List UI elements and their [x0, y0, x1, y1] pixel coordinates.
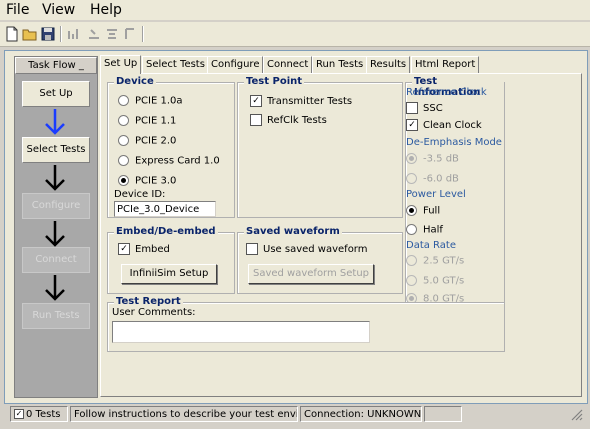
- radio-button-selected: [406, 153, 417, 164]
- menu-view[interactable]: View: [42, 2, 75, 18]
- refclk-tests-checkbox[interactable]: RefClk Tests: [250, 114, 327, 126]
- test-information-group: Test Information Reference Clock SSC ✓ Cl…: [405, 76, 505, 305]
- embed-group-title: Embed/De-embed: [114, 226, 218, 237]
- tab-select-tests[interactable]: Select Tests: [142, 56, 209, 73]
- radio-button[interactable]: [406, 224, 417, 235]
- device-option-express-card[interactable]: Express Card 1.0: [118, 155, 220, 167]
- test-point-group: Test Point ✓ Transmitter Tests RefClk Tes…: [237, 76, 403, 218]
- data-rate-label: Data Rate: [406, 240, 456, 251]
- task-setup-button[interactable]: Set Up: [22, 81, 90, 107]
- saved-waveform-setup-button: Saved waveform Setup: [248, 264, 374, 284]
- user-comments-field[interactable]: [112, 321, 370, 343]
- task-select-tests-button[interactable]: Select Tests: [22, 137, 90, 163]
- tab-results[interactable]: Results: [366, 56, 411, 73]
- use-saved-waveform-checkbox[interactable]: Use saved waveform: [246, 243, 368, 255]
- device-group-title: Device: [114, 76, 156, 87]
- task-connect-button[interactable]: Connect: [22, 247, 90, 273]
- flow-arrow-icon: [45, 165, 65, 191]
- deemph-6-0db-radio: -6.0 dB: [406, 173, 459, 185]
- radio-button[interactable]: [118, 95, 129, 106]
- rate-2-5-radio: 2.5 GT/s: [406, 255, 464, 267]
- checkbox[interactable]: [250, 114, 262, 126]
- checkbox-checked[interactable]: ✓: [118, 243, 130, 255]
- device-option-pcie10a[interactable]: PCIE 1.0a: [118, 95, 183, 107]
- step-icon: [107, 29, 117, 39]
- toolbar: [0, 22, 590, 47]
- checkbox[interactable]: [246, 243, 258, 255]
- stop-icon: [125, 28, 134, 39]
- tab-html-report[interactable]: Html Report: [411, 56, 480, 73]
- transmitter-tests-checkbox[interactable]: ✓ Transmitter Tests: [250, 95, 352, 107]
- de-emphasis-label: De-Emphasis Mode: [406, 137, 502, 148]
- power-full-radio[interactable]: Full: [406, 205, 440, 217]
- radio-button: [406, 255, 417, 266]
- connection-status: Connection: UNKNOWN: [300, 406, 422, 422]
- checkbox-checked[interactable]: ✓: [250, 95, 262, 107]
- checkbox-checked[interactable]: ✓: [406, 119, 418, 131]
- device-option-pcie11[interactable]: PCIE 1.1: [118, 115, 176, 127]
- tab-configure[interactable]: Configure: [207, 56, 264, 73]
- radio-button-selected[interactable]: [118, 175, 129, 186]
- radio-button: [406, 275, 417, 286]
- flow-arrow-icon: [45, 275, 65, 301]
- flow-arrow-active-icon: [45, 109, 65, 135]
- task-run-tests-button[interactable]: Run Tests: [22, 303, 90, 329]
- status-bar: ✓ 0 Tests Follow instructions to describe…: [10, 406, 586, 424]
- saved-waveform-group: Saved waveform Use saved waveform Saved …: [237, 226, 403, 294]
- test-report-group: Test Report User Comments:: [107, 296, 505, 352]
- menu-file[interactable]: File: [6, 2, 29, 18]
- menu-bar: File View Help: [0, 0, 590, 20]
- tests-count-cell: ✓ 0 Tests: [10, 406, 68, 422]
- device-id-label: Device ID:: [114, 189, 166, 200]
- user-comments-label: User Comments:: [112, 307, 196, 318]
- test-report-group-title: Test Report: [114, 296, 183, 307]
- clean-clock-checkbox[interactable]: ✓ Clean Clock: [406, 119, 482, 131]
- menu-help[interactable]: Help: [90, 2, 122, 18]
- task-configure-button[interactable]: Configure: [22, 193, 90, 219]
- radio-button[interactable]: [118, 135, 129, 146]
- tab-run-tests[interactable]: Run Tests: [312, 56, 368, 73]
- device-group: Device PCIE 1.0a PCIE 1.1 PCIE 2.0 Expre…: [107, 76, 235, 218]
- radio-button: [406, 173, 417, 184]
- save-icon[interactable]: [40, 26, 56, 42]
- device-id-field[interactable]: PCIe_3.0_Device: [114, 201, 216, 217]
- flow-arrow-icon: [45, 221, 65, 247]
- status-message: Follow instructions to describe your tes…: [70, 406, 298, 422]
- open-folder-icon[interactable]: [22, 26, 38, 42]
- tab-set-up[interactable]: Set Up: [100, 55, 142, 74]
- device-option-pcie20[interactable]: PCIE 2.0: [118, 135, 176, 147]
- embed-checkbox[interactable]: ✓ Embed: [118, 243, 170, 255]
- deemph-3-5db-radio: -3.5 dB: [406, 153, 459, 165]
- radio-button[interactable]: [118, 115, 129, 126]
- embed-group: Embed/De-embed ✓ Embed InfiniiSim Setup: [107, 226, 235, 294]
- infiniisim-setup-button[interactable]: InfiniiSim Setup: [121, 264, 217, 284]
- reference-clock-label: Reference Clock: [406, 87, 487, 98]
- resize-grip-icon[interactable]: [570, 408, 584, 422]
- saved-waveform-group-title: Saved waveform: [244, 226, 342, 237]
- chart-icon: [68, 29, 78, 39]
- run-icon: [89, 29, 99, 39]
- tab-connect[interactable]: Connect: [263, 56, 313, 73]
- task-flow-header: Task Flow _: [15, 57, 97, 74]
- status-empty-cell: [424, 406, 462, 422]
- task-flow-panel: Task Flow _ Set Up Select Tests Configur…: [14, 56, 98, 398]
- radio-button-selected[interactable]: [406, 205, 417, 216]
- power-half-radio[interactable]: Half: [406, 224, 443, 236]
- checkbox[interactable]: [406, 102, 418, 114]
- checkbox-checked: ✓: [14, 409, 24, 419]
- power-level-label: Power Level: [406, 189, 466, 200]
- test-point-group-title: Test Point: [244, 76, 305, 87]
- radio-button[interactable]: [118, 155, 129, 166]
- device-option-pcie30[interactable]: PCIE 3.0: [118, 175, 176, 187]
- rate-5-0-radio: 5.0 GT/s: [406, 275, 464, 287]
- new-file-icon[interactable]: [4, 26, 20, 42]
- ssc-checkbox[interactable]: SSC: [406, 102, 443, 114]
- setup-panel: Device PCIE 1.0a PCIE 1.1 PCIE 2.0 Expre…: [100, 73, 582, 397]
